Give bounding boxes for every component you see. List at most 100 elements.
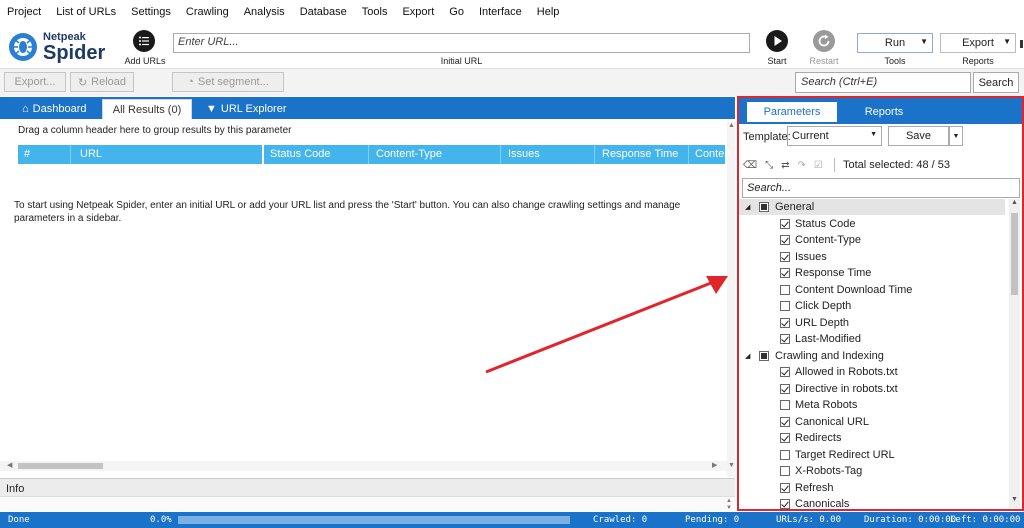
scroll-down-icon[interactable]: ▼: [726, 505, 732, 511]
grid-scrollbar-horizontal[interactable]: ◀ ▶: [0, 461, 727, 471]
parameter-item[interactable]: Issues: [739, 249, 1005, 265]
info-label: Info: [6, 483, 25, 495]
menu-item-project[interactable]: Project: [0, 6, 49, 18]
column-header-response-time[interactable]: Response Time: [602, 148, 678, 160]
export-dropdown[interactable]: Export ▼: [940, 33, 1016, 53]
menu-item-go[interactable]: Go: [442, 6, 472, 18]
parameter-item[interactable]: Response Time: [739, 265, 1005, 281]
parameter-item[interactable]: Target Redirect URL: [739, 447, 1005, 463]
menu-item-export[interactable]: Export: [395, 6, 442, 18]
menu-item-tools[interactable]: Tools: [354, 6, 395, 18]
parameter-item[interactable]: Content Download Time: [739, 282, 1005, 298]
parameter-checkbox[interactable]: [780, 383, 790, 394]
parameter-checkbox[interactable]: [780, 218, 790, 229]
parameter-checkbox[interactable]: [780, 251, 790, 262]
expand-toggle-icon[interactable]: ◢: [745, 203, 759, 211]
column-header-content[interactable]: Conten: [695, 148, 730, 160]
parameter-item[interactable]: Canonicals: [739, 496, 1005, 512]
parameter-item[interactable]: Directive in robots.txt: [739, 381, 1005, 397]
template-dropdown[interactable]: Current ▼: [787, 126, 882, 146]
parameter-checkbox[interactable]: [780, 466, 790, 476]
group-checkbox[interactable]: [759, 202, 769, 212]
parameter-checkbox[interactable]: [780, 433, 790, 443]
reload-button[interactable]: ↻ Reload: [70, 72, 134, 92]
parameter-item[interactable]: Meta Robots: [739, 397, 1005, 413]
parameter-item[interactable]: Redirects: [739, 430, 1005, 446]
export-label: Export: [962, 37, 994, 49]
check-all-icon[interactable]: ☑: [814, 160, 823, 171]
scroll-down-icon[interactable]: ▼: [728, 462, 735, 469]
info-header: Info: [0, 479, 735, 497]
parameter-checkbox[interactable]: [780, 449, 790, 460]
run-dropdown[interactable]: Run ▼: [857, 33, 933, 53]
column-header-content-type[interactable]: Content-Type: [376, 148, 442, 160]
parameter-checkbox[interactable]: [780, 416, 790, 427]
parameter-item[interactable]: Refresh: [739, 480, 1005, 496]
tab-url-explorer[interactable]: ▼ URL Explorer: [206, 99, 287, 119]
column-header-url[interactable]: URL: [80, 148, 102, 160]
parameter-checkbox[interactable]: [780, 334, 790, 344]
expand-toggle-icon[interactable]: ◢: [745, 352, 759, 360]
parameter-item[interactable]: Click Depth: [739, 298, 1005, 314]
tree-group[interactable]: ◢ Crawling and Indexing: [739, 348, 1005, 364]
parameter-checkbox[interactable]: [780, 268, 790, 278]
swap-icon[interactable]: ⇄: [781, 160, 789, 171]
parameter-item[interactable]: Content-Type: [739, 232, 1005, 248]
menu-item-crawling[interactable]: Crawling: [178, 6, 236, 18]
tree-scrollbar[interactable]: ▲ ▼: [1009, 199, 1020, 508]
tab-parameters[interactable]: Parameters: [747, 102, 837, 122]
menu-item-database[interactable]: Database: [292, 6, 354, 18]
parameter-checkbox[interactable]: [780, 235, 790, 245]
parameter-item[interactable]: Status Code: [739, 216, 1005, 232]
parameter-checkbox[interactable]: [780, 367, 790, 377]
scroll-up-icon[interactable]: ▲: [726, 498, 732, 504]
tab-reports[interactable]: Reports: [839, 102, 929, 122]
restart-button[interactable]: Restart: [806, 29, 842, 67]
search-input[interactable]: Search (Ctrl+E): [795, 72, 971, 93]
menu-item-analysis[interactable]: Analysis: [236, 6, 292, 18]
collapse-icon[interactable]: ⤡: [765, 160, 773, 171]
horizontal-scroll-thumb[interactable]: [18, 463, 103, 469]
eraser-icon[interactable]: ⌫: [743, 160, 757, 171]
menu-item-help[interactable]: Help: [529, 6, 567, 18]
redo-icon[interactable]: ↷: [798, 160, 806, 171]
parameter-checkbox[interactable]: [780, 400, 790, 410]
scroll-up-icon[interactable]: ▲: [728, 122, 735, 129]
parameter-checkbox[interactable]: [780, 284, 790, 295]
parameter-checkbox[interactable]: [780, 499, 790, 509]
menu-item-list-of-urls[interactable]: List of URLs: [49, 6, 124, 18]
tree-group[interactable]: ◢ General: [739, 199, 1005, 215]
search-button[interactable]: Search: [973, 72, 1019, 93]
parameter-item[interactable]: Allowed in Robots.txt: [739, 364, 1005, 380]
add-urls-button[interactable]: Add URLs: [124, 29, 166, 67]
parameter-item[interactable]: Last-Modified: [739, 331, 1005, 347]
initial-url-input[interactable]: Enter URL...: [173, 33, 750, 53]
scroll-right-icon[interactable]: ▶: [712, 461, 717, 469]
parameter-checkbox[interactable]: [780, 317, 790, 328]
save-button[interactable]: Save: [888, 126, 949, 146]
scroll-down-icon[interactable]: ▼: [1011, 496, 1018, 503]
tab-all-results[interactable]: All Results (0): [102, 99, 192, 119]
logo-line2: Spider: [43, 42, 106, 64]
tab-dashboard[interactable]: ⌂ Dashboard: [22, 99, 86, 119]
menu-item-interface[interactable]: Interface: [471, 6, 529, 18]
parameter-item[interactable]: X-Robots-Tag: [739, 463, 1005, 479]
column-header-number[interactable]: #: [24, 148, 30, 160]
parameter-checkbox[interactable]: [780, 482, 790, 493]
group-checkbox[interactable]: [759, 350, 769, 361]
export-button[interactable]: Export...: [4, 72, 66, 92]
menu-item-settings[interactable]: Settings: [124, 6, 179, 18]
save-options-dropdown[interactable]: ▼: [949, 126, 963, 146]
parameter-search-input[interactable]: Search...: [742, 178, 1020, 198]
start-button[interactable]: Start: [762, 29, 792, 67]
parameter-item[interactable]: Canonical URL: [739, 414, 1005, 430]
parameter-checkbox[interactable]: [780, 301, 790, 311]
column-header-issues[interactable]: Issues: [508, 148, 540, 160]
scroll-up-icon[interactable]: ▲: [1011, 199, 1018, 206]
scroll-left-icon[interactable]: ◀: [7, 461, 12, 469]
set-segment-button[interactable]: ◔ Set segment...: [172, 72, 284, 92]
run-label: Run: [884, 37, 906, 49]
column-header-status-code[interactable]: Status Code: [270, 148, 331, 160]
tree-scroll-thumb[interactable]: [1011, 213, 1018, 295]
parameter-item[interactable]: URL Depth: [739, 315, 1005, 331]
